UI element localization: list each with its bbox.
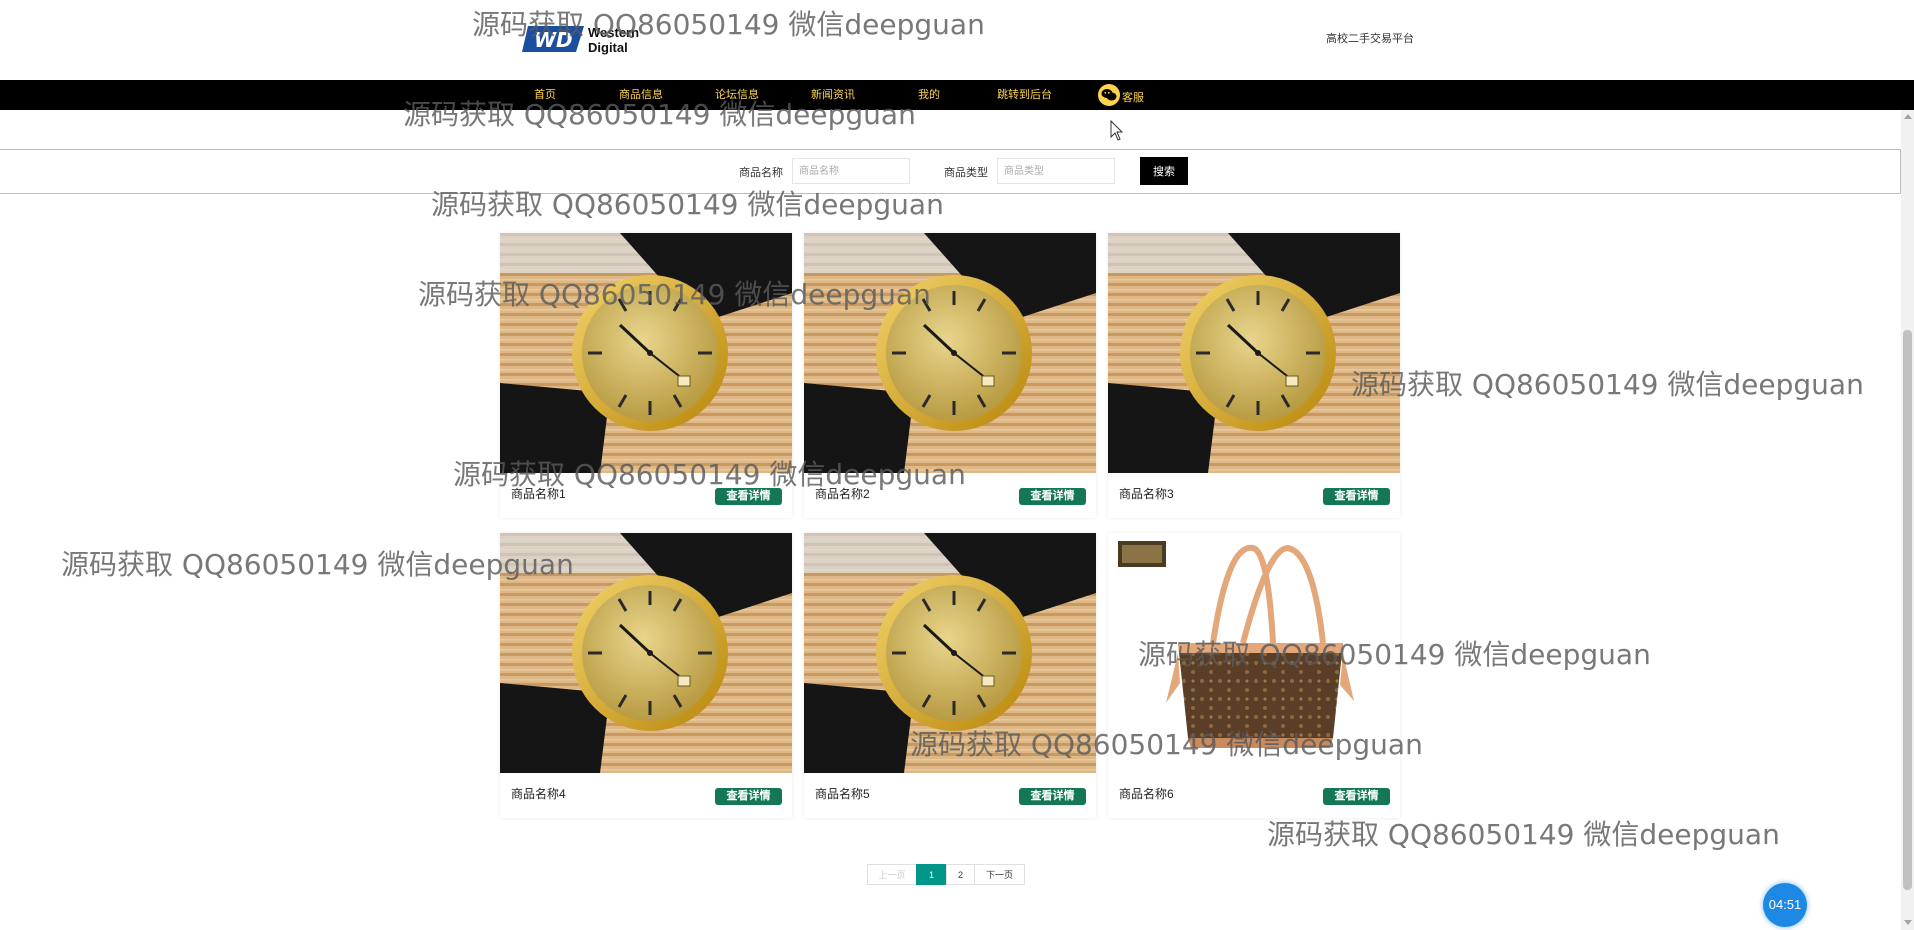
product-image-handbag[interactable]	[1108, 533, 1400, 773]
page-2-button[interactable]: 2	[946, 864, 975, 885]
view-details-button[interactable]: 查看详情	[1019, 788, 1086, 805]
watermark-text: 源码获取 QQ86050149 微信deepguan	[1267, 818, 1780, 851]
site-title: 高校二手交易平台	[1326, 33, 1414, 45]
nav-item-forum[interactable]: 论坛信息	[715, 80, 759, 110]
view-details-button[interactable]: 查看详情	[715, 788, 782, 805]
customer-service-label: 客服	[1122, 92, 1144, 104]
scroll-up-icon[interactable]	[1904, 114, 1912, 119]
logo-line-2: Digital	[588, 40, 628, 55]
view-details-button[interactable]: 查看详情	[1323, 788, 1390, 805]
wechat-icon	[1098, 84, 1120, 106]
product-name: 商品名称2	[815, 487, 870, 501]
nav-item-mine[interactable]: 我的	[918, 80, 940, 110]
logo-line-1: Western	[588, 25, 639, 40]
product-image-watch[interactable]	[804, 233, 1096, 473]
view-details-button[interactable]: 查看详情	[1019, 488, 1086, 505]
nav-item-products[interactable]: 商品信息	[619, 80, 663, 110]
nav-item-news[interactable]: 新闻资讯	[811, 80, 855, 110]
product-type-label: 商品类型	[944, 167, 988, 179]
scroll-thumb[interactable]	[1903, 330, 1912, 890]
product-image-watch[interactable]	[500, 233, 792, 473]
product-name-label: 商品名称	[739, 167, 783, 179]
product-card[interactable]: 商品名称3 查看详情	[1108, 233, 1400, 518]
main-nav: 首页 商品信息 论坛信息 新闻资讯 我的 跳转到后台 客服	[0, 80, 1914, 110]
page-scrollbar[interactable]	[1901, 110, 1914, 930]
product-name: 商品名称5	[815, 787, 870, 801]
view-details-button[interactable]: 查看详情	[715, 488, 782, 505]
product-name: 商品名称4	[511, 787, 566, 801]
nav-item-admin[interactable]: 跳转到后台	[997, 80, 1052, 110]
next-page-button[interactable]: 下一页	[974, 864, 1025, 885]
logo-mark: WD	[534, 28, 573, 52]
product-type-input[interactable]	[997, 158, 1115, 184]
product-name: 商品名称1	[511, 487, 566, 501]
product-card[interactable]: 商品名称4 查看详情	[500, 533, 792, 818]
product-card[interactable]: 商品名称6 查看详情	[1108, 533, 1400, 818]
mouse-cursor-icon	[1110, 119, 1124, 147]
scroll-down-icon[interactable]	[1904, 920, 1912, 925]
timer-badge[interactable]: 04:51	[1763, 883, 1807, 927]
product-image-watch[interactable]	[804, 533, 1096, 773]
product-image-watch[interactable]	[1108, 233, 1400, 473]
nav-item-customer-service[interactable]: 客服	[1098, 80, 1144, 110]
product-image-watch[interactable]	[500, 533, 792, 773]
header: WD Western Digital 高校二手交易平台	[0, 0, 1914, 80]
prev-page-button[interactable]: 上一页	[867, 864, 917, 885]
watermark-text: 源码获取 QQ86050149 微信deepguan	[1351, 368, 1864, 401]
product-card[interactable]: 商品名称5 查看详情	[804, 533, 1096, 818]
product-card[interactable]: 商品名称2 查看详情	[804, 233, 1096, 518]
watermark-text: 源码获取 QQ86050149 微信deepguan	[61, 548, 574, 581]
product-card[interactable]: 商品名称1 查看详情	[500, 233, 792, 518]
nav-item-home[interactable]: 首页	[534, 80, 556, 110]
view-details-button[interactable]: 查看详情	[1323, 488, 1390, 505]
product-name-input[interactable]	[792, 158, 910, 184]
page-1-button[interactable]: 1	[916, 864, 947, 885]
search-button[interactable]: 搜索	[1140, 157, 1188, 185]
brand-logo[interactable]: WD Western Digital	[520, 22, 665, 56]
pagination: 上一页 1 2 下一页	[867, 864, 1025, 885]
search-bar: 商品名称 商品类型 搜索	[0, 149, 1901, 194]
product-name: 商品名称6	[1119, 787, 1174, 801]
product-name: 商品名称3	[1119, 487, 1174, 501]
